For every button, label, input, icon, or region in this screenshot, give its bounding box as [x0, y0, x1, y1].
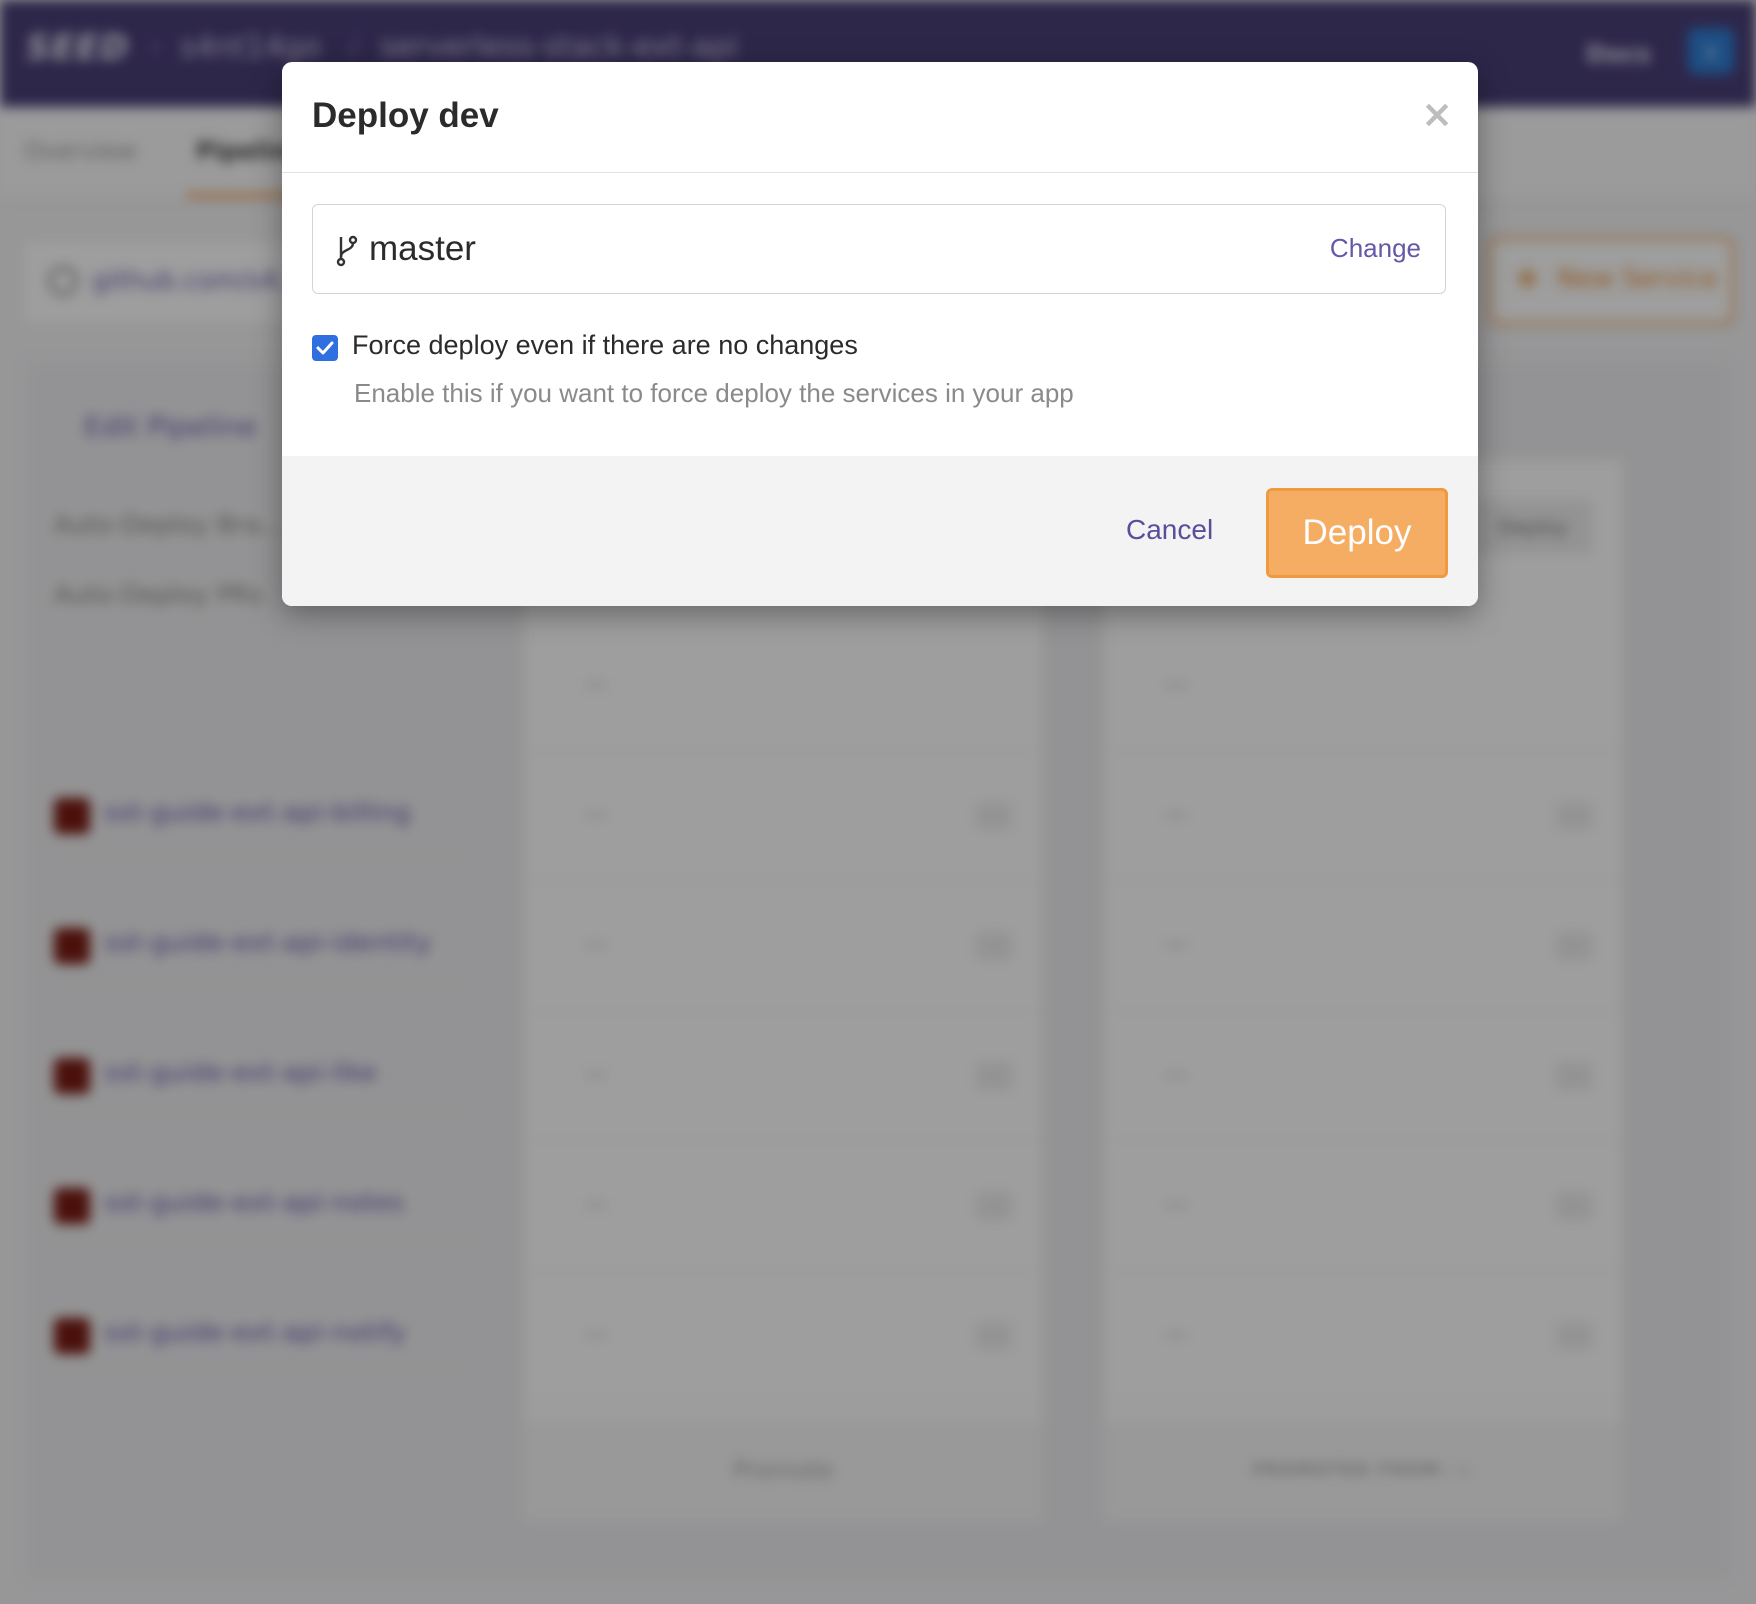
- force-deploy-label[interactable]: Force deploy even if there are no change…: [352, 330, 858, 361]
- branch-selector: master Change: [312, 204, 1446, 294]
- modal-header: Deploy dev ×: [282, 62, 1478, 173]
- force-deploy-help: Enable this if you want to force deploy …: [354, 378, 1074, 408]
- close-icon[interactable]: ×: [1420, 94, 1454, 134]
- cancel-button[interactable]: Cancel: [1126, 514, 1213, 546]
- change-branch-link[interactable]: Change: [1330, 233, 1421, 264]
- check-icon: [316, 341, 334, 355]
- modal-footer: Cancel Deploy: [282, 456, 1478, 606]
- deploy-button[interactable]: Deploy: [1266, 488, 1448, 578]
- force-deploy-checkbox[interactable]: [312, 335, 338, 361]
- branch-name: master: [369, 229, 476, 268]
- modal-title: Deploy dev: [312, 96, 499, 135]
- deploy-modal: Deploy dev × master Change Force deploy …: [282, 62, 1478, 606]
- git-branch-icon: [336, 235, 358, 267]
